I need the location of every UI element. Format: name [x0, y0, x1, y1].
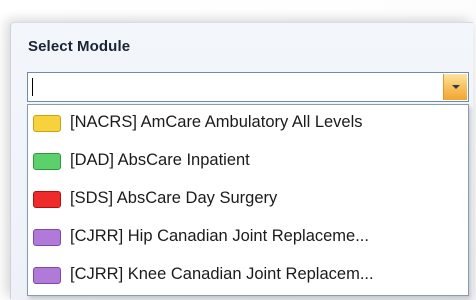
list-item-dad[interactable]: [DAD] AbsCare Inpatient: [28, 143, 468, 179]
module-combobox[interactable]: [27, 72, 469, 102]
list-item-label: [DAD] AbsCare Inpatient: [70, 151, 250, 169]
module-dropdown-list: [NACRS] AmCare Ambulatory All Levels [DA…: [27, 104, 469, 296]
yellow-swatch-icon: [33, 115, 61, 132]
list-item-label: [CJRR] Knee Canadian Joint Replacem...: [70, 265, 374, 283]
purple-swatch-icon: [33, 267, 61, 284]
list-item-sds[interactable]: [SDS] AbsCare Day Surgery: [28, 181, 468, 217]
panel-title: Select Module: [28, 38, 131, 55]
list-item-label: [SDS] AbsCare Day Surgery: [70, 189, 278, 207]
dropdown-button[interactable]: [443, 74, 467, 100]
red-swatch-icon: [33, 191, 61, 208]
list-item-label: [CJRR] Hip Canadian Joint Replaceme...: [70, 227, 369, 245]
list-item-nacrs[interactable]: [NACRS] AmCare Ambulatory All Levels: [28, 105, 468, 141]
list-item-cjrr-knee[interactable]: [CJRR] Knee Canadian Joint Replacem...: [28, 257, 468, 293]
list-item-label: [NACRS] AmCare Ambulatory All Levels: [70, 113, 363, 131]
text-cursor: [32, 78, 33, 96]
chevron-down-icon: [452, 85, 460, 89]
list-item-cjrr-hip[interactable]: [CJRR] Hip Canadian Joint Replaceme...: [28, 219, 468, 255]
purple-swatch-icon: [33, 229, 61, 246]
green-swatch-icon: [33, 153, 61, 170]
screen: Select Module [NACRS] AmCare Ambulatory …: [0, 0, 476, 300]
